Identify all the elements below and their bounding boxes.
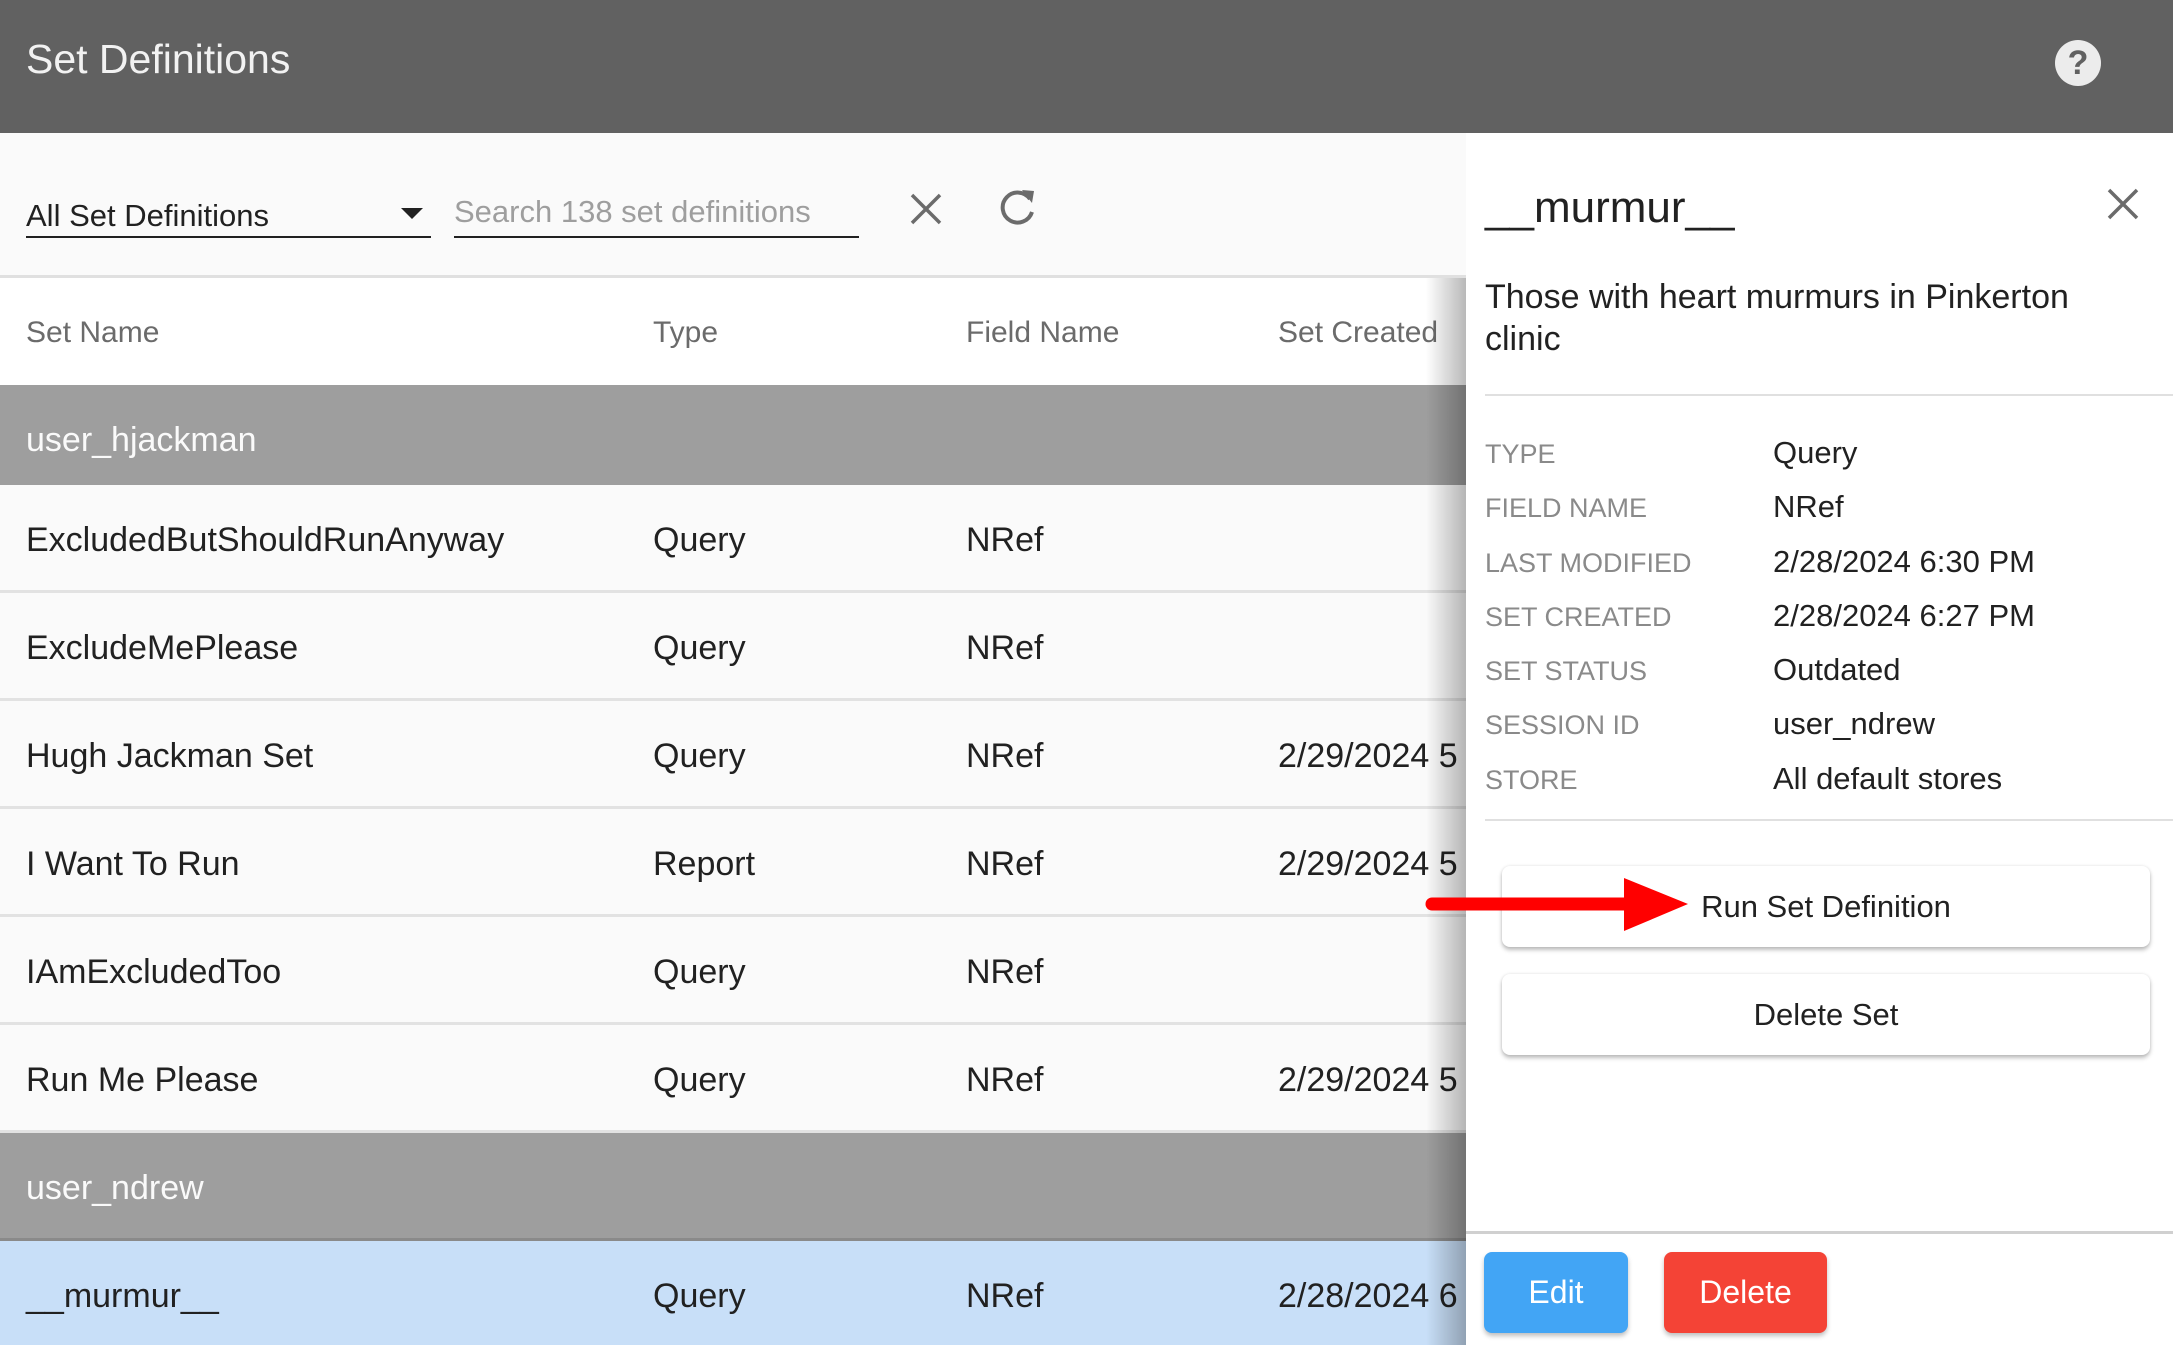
cell-type: Report <box>653 845 756 883</box>
property-label: Last Modified <box>1485 547 1692 578</box>
panel-footer: Edit Delete <box>1466 1231 2173 1345</box>
cell-type: Query <box>653 521 746 559</box>
detail-panel: __murmur__ Those with heart murmurs in P… <box>1466 133 2173 1345</box>
set-definitions-table: Set Name Type Field Name Set Created use… <box>0 278 1466 1345</box>
column-header-set-created[interactable]: Set Created <box>1278 316 1438 350</box>
cell-set-name: ExcludeMePlease <box>26 629 299 667</box>
property-label: Set Created <box>1485 601 1672 632</box>
property-row: Type Query <box>1485 423 2155 477</box>
cell-field-name: NRef <box>966 521 1044 559</box>
cell-type: Query <box>653 1061 746 1099</box>
cell-set-created: 2/29/2024 5 <box>1278 845 1458 883</box>
refresh-button[interactable] <box>994 185 1040 231</box>
property-list: Type Query Field Name NRef Last Modified… <box>1485 423 2155 803</box>
property-label: Session ID <box>1485 710 1640 741</box>
cell-set-name: IAmExcludedToo <box>26 953 282 991</box>
property-value: user_ndrew <box>1773 706 1935 742</box>
table-row[interactable]: ExcludedButShouldRunAnyway Query NRef <box>0 485 1466 593</box>
cell-field-name: NRef <box>966 1061 1044 1099</box>
help-icon[interactable]: ? <box>2055 40 2101 86</box>
panel-description: Those with heart murmurs in Pinkerton cl… <box>1485 278 2069 358</box>
column-header-set-name[interactable]: Set Name <box>26 316 159 350</box>
group-name: user_hjackman <box>26 421 257 459</box>
close-icon <box>910 193 942 225</box>
clear-search-button[interactable] <box>906 189 946 229</box>
cell-field-name: NRef <box>966 737 1044 775</box>
caret-down-icon <box>401 208 423 219</box>
group-row: user_hjackman <box>0 385 1466 493</box>
cell-set-name: I Want To Run <box>26 845 240 883</box>
panel-title: __murmur__ <box>1485 183 1735 232</box>
cell-type: Query <box>653 953 746 991</box>
cell-set-name: Hugh Jackman Set <box>26 737 314 775</box>
close-icon <box>2107 188 2139 220</box>
property-value: 2/28/2024 6:27 PM <box>1773 597 2035 633</box>
cell-set-created: 2/28/2024 6 <box>1278 1277 1458 1315</box>
app-header: Set Definitions ? <box>0 0 2173 133</box>
property-value: NRef <box>1773 489 1844 525</box>
property-row: Session ID user_ndrew <box>1485 694 2155 748</box>
column-header-type[interactable]: Type <box>653 316 718 350</box>
set-filter-select[interactable]: All Set Definitions <box>26 176 431 238</box>
property-row: Field Name NRef <box>1485 477 2155 531</box>
property-row: Store All default stores <box>1485 749 2155 803</box>
cell-set-created: 2/29/2024 5 <box>1278 1061 1458 1099</box>
delete-button[interactable]: Delete <box>1664 1252 1827 1333</box>
toolbar: All Set Definitions <box>0 133 1466 278</box>
table-row[interactable]: ExcludeMePlease Query NRef <box>0 593 1466 701</box>
table-row[interactable]: Run Me Please Query NRef 2/29/2024 5 <box>0 1025 1466 1133</box>
table-row[interactable]: Hugh Jackman Set Query NRef 2/29/2024 5 <box>0 701 1466 809</box>
cell-set-name: ExcludedButShouldRunAnyway <box>26 521 505 559</box>
table-row[interactable]: I Want To Run Report NRef 2/29/2024 5 <box>0 809 1466 917</box>
divider <box>1485 394 2173 396</box>
search-input[interactable] <box>454 190 859 234</box>
cell-set-created: 2/29/2024 5 <box>1278 737 1458 775</box>
cell-field-name: NRef <box>966 845 1044 883</box>
property-row: Last Modified 2/28/2024 6:30 PM <box>1485 532 2155 586</box>
group-name: user_ndrew <box>26 1169 204 1207</box>
property-row: Set Created 2/28/2024 6:27 PM <box>1485 586 2155 640</box>
group-row: user_ndrew <box>0 1133 1466 1241</box>
cell-set-name: __murmur__ <box>26 1277 219 1315</box>
property-label: Set Status <box>1485 656 1648 687</box>
property-value: Outdated <box>1773 652 1901 688</box>
table-row-selected[interactable]: __murmur__ Query NRef 2/28/2024 6 <box>0 1241 1466 1345</box>
divider <box>1485 819 2173 821</box>
cell-field-name: NRef <box>966 1277 1044 1315</box>
cell-type: Query <box>653 629 746 667</box>
run-set-definition-button[interactable]: Run Set Definition <box>1502 866 2150 947</box>
table-row[interactable]: IAmExcludedToo Query NRef <box>0 917 1466 1025</box>
search-field[interactable] <box>454 176 859 238</box>
property-label: Store <box>1485 764 1578 795</box>
cell-type: Query <box>653 737 746 775</box>
cell-type: Query <box>653 1277 746 1315</box>
property-row: Set Status Outdated <box>1485 640 2155 694</box>
cell-field-name: NRef <box>966 953 1044 991</box>
refresh-icon <box>1000 190 1034 225</box>
property-value: All default stores <box>1773 760 2003 796</box>
cell-field-name: NRef <box>966 629 1044 667</box>
property-label: Field Name <box>1485 493 1648 524</box>
page-title: Set Definitions <box>26 36 291 82</box>
table-header: Set Name Type Field Name Set Created <box>0 278 1466 385</box>
set-filter-value: All Set Definitions <box>26 198 269 233</box>
property-value: 2/28/2024 6:30 PM <box>1773 543 2035 579</box>
delete-set-button[interactable]: Delete Set <box>1502 974 2150 1055</box>
edit-button[interactable]: Edit <box>1484 1252 1628 1333</box>
close-panel-button[interactable] <box>2104 185 2142 223</box>
property-label: Type <box>1485 439 1556 469</box>
column-header-field-name[interactable]: Field Name <box>966 316 1119 350</box>
cell-set-name: Run Me Please <box>26 1061 259 1099</box>
property-value: Query <box>1773 435 1858 470</box>
